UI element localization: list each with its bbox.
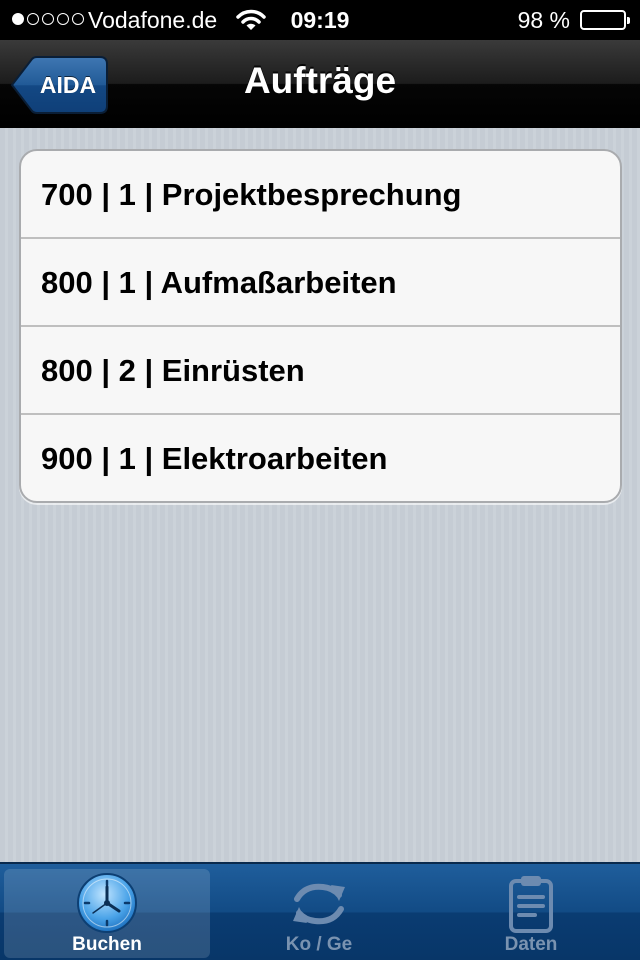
list-item[interactable]: 800 | 2 | Einrüsten xyxy=(21,327,620,415)
tab-label: Ko / Ge xyxy=(285,934,353,955)
tab-buchen[interactable]: Buchen xyxy=(4,869,210,958)
clipboard-icon xyxy=(428,871,634,935)
tab-bar: Buchen Ko / Ge Daten xyxy=(0,862,640,960)
list-item[interactable]: 900 | 1 | Elektroarbeiten xyxy=(21,415,620,501)
battery-percent: 98 % xyxy=(517,7,570,33)
battery-icon xyxy=(580,10,630,30)
tab-daten[interactable]: Daten xyxy=(428,869,634,958)
clock-icon xyxy=(4,871,210,935)
content-area: 700 | 1 | Projektbesprechung 800 | 1 | A… xyxy=(0,128,640,862)
status-bar: Vodafone.de 09:19 98 % xyxy=(0,0,640,40)
page-title: Aufträge xyxy=(243,60,397,101)
sync-arrows-icon xyxy=(216,871,422,935)
tab-label: Buchen xyxy=(72,934,142,955)
list-item[interactable]: 700 | 1 | Projektbesprechung xyxy=(21,151,620,239)
tab-ko-ge[interactable]: Ko / Ge xyxy=(216,869,422,958)
order-list: 700 | 1 | Projektbesprechung 800 | 1 | A… xyxy=(19,149,622,503)
tab-label: Daten xyxy=(504,934,558,955)
navigation-bar: AIDA Aufträge xyxy=(0,40,640,128)
list-item[interactable]: 800 | 1 | Aufmaßarbeiten xyxy=(21,239,620,327)
